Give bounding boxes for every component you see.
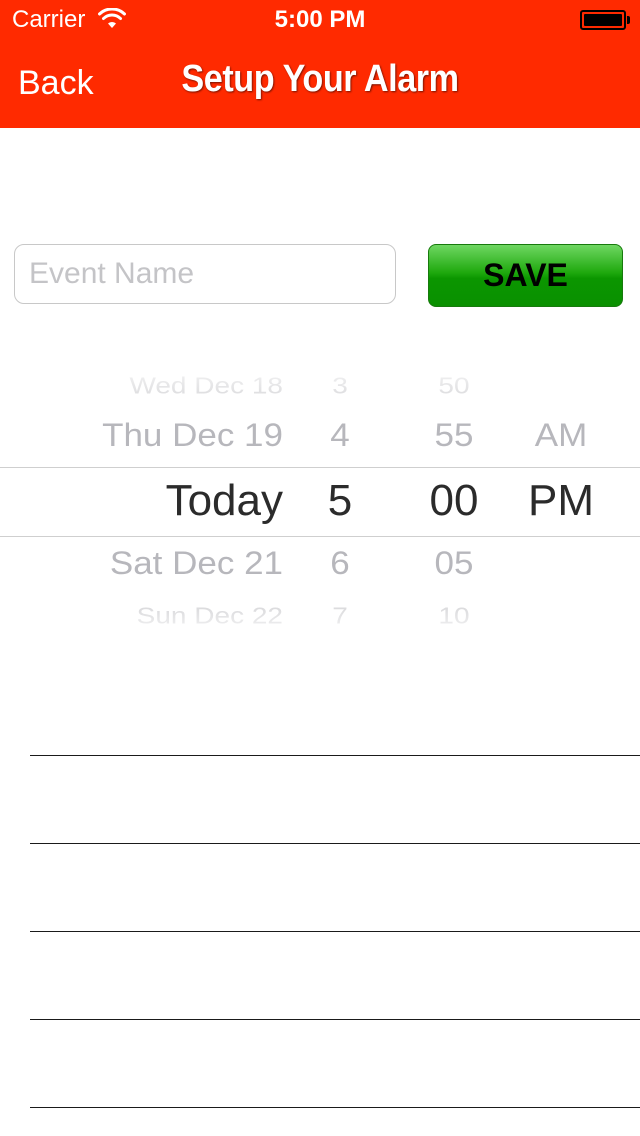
- picker-minute-column[interactable]: 50 55 00 05 10: [414, 360, 494, 640]
- save-button[interactable]: SAVE: [428, 244, 623, 307]
- list-divider: [30, 755, 640, 756]
- list-divider: [30, 931, 640, 932]
- picker-date-option[interactable]: Sat Dec 21: [110, 545, 283, 582]
- picker-ampm-selected[interactable]: PM: [515, 476, 607, 526]
- picker-hour-option[interactable]: 6: [310, 545, 370, 582]
- picker-minute-selected[interactable]: 00: [414, 476, 494, 526]
- picker-minute-option[interactable]: 55: [414, 417, 494, 454]
- picker-ampm-column[interactable]: AM PM: [515, 360, 607, 640]
- picker-date-option[interactable]: Sun Dec 22: [137, 603, 283, 629]
- picker-hour-option[interactable]: 4: [310, 417, 370, 454]
- picker-minute-option[interactable]: 50: [414, 373, 494, 399]
- event-name-input[interactable]: [14, 244, 396, 304]
- page-title: Setup Your Alarm: [181, 58, 459, 100]
- date-time-picker[interactable]: Wed Dec 18 Thu Dec 19 Today Sat Dec 21 S…: [0, 360, 640, 640]
- list-divider: [30, 843, 640, 844]
- list-divider: [30, 1019, 640, 1020]
- battery-icon: [580, 10, 630, 30]
- status-time: 5:00 PM: [274, 6, 366, 33]
- list-divider: [30, 1107, 640, 1108]
- picker-ampm-option[interactable]: AM: [515, 417, 607, 454]
- picker-date-option[interactable]: Wed Dec 18: [129, 373, 283, 399]
- picker-minute-option[interactable]: 10: [414, 603, 494, 629]
- picker-hour-option[interactable]: 7: [310, 603, 370, 629]
- picker-date-option[interactable]: Thu Dec 19: [102, 417, 283, 454]
- picker-minute-option[interactable]: 05: [414, 545, 494, 582]
- picker-date-column[interactable]: Wed Dec 18 Thu Dec 19 Today Sat Dec 21 S…: [0, 360, 283, 640]
- picker-hour-column[interactable]: 3 4 5 6 7: [310, 360, 370, 640]
- navigation-header: Carrier 5:00 PM Back Setup Your Alarm: [0, 0, 640, 128]
- picker-hour-selected[interactable]: 5: [310, 476, 370, 526]
- picker-date-selected[interactable]: Today: [166, 476, 283, 526]
- picker-hour-option[interactable]: 3: [310, 373, 370, 399]
- status-bar: Carrier 5:00 PM: [0, 0, 640, 40]
